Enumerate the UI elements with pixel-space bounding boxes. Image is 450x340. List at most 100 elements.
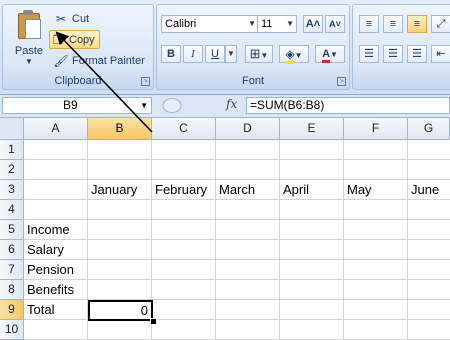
column-header-a[interactable]: A xyxy=(24,118,88,140)
font-group: Calibri ▼ 11 ▼ A˄ A˅ B I U ▼ ⊞▼ ◈▼ A▼ Fo… xyxy=(156,4,350,90)
orientation-button[interactable]: ⤢ xyxy=(431,15,450,33)
cell-d3[interactable]: March xyxy=(216,180,255,200)
copy-label: Copy xyxy=(69,33,95,46)
row-header-1[interactable]: 1 xyxy=(0,140,24,160)
scissors-icon: ✂ xyxy=(55,11,67,26)
formula-bar: B9 ▼ fx =SUM(B6:B8) xyxy=(0,95,450,118)
cell-e3[interactable]: April xyxy=(280,180,309,200)
name-box[interactable]: B9 ▼ xyxy=(2,97,152,114)
decrease-indent-button[interactable]: ⇤ xyxy=(431,45,450,63)
indent-icon: ⇤ xyxy=(436,48,446,60)
underline-dropdown[interactable]: ▼ xyxy=(225,45,237,63)
insert-function-icon[interactable]: fx xyxy=(226,97,237,111)
format-painter-label: Format Painter xyxy=(72,54,145,67)
font-size-select[interactable]: 11 ▼ xyxy=(257,15,297,33)
underline-icon: U xyxy=(211,48,219,60)
align-middle-button[interactable]: ≡ xyxy=(383,15,403,33)
shrink-font-icon: A xyxy=(329,19,336,29)
align-center-button[interactable]: ☰ xyxy=(383,45,403,63)
cell-a7[interactable]: Pension xyxy=(24,260,74,280)
paste-icon xyxy=(16,9,42,39)
align-top-icon: ≡ xyxy=(365,18,373,30)
fill-color-button[interactable]: ◈▼ xyxy=(279,45,309,64)
italic-icon: I xyxy=(191,48,195,60)
row-header-8[interactable]: 8 xyxy=(0,280,24,300)
borders-button[interactable]: ⊞▼ xyxy=(245,45,273,63)
row-header-10[interactable]: 10 xyxy=(0,320,24,340)
cell-b3[interactable]: January xyxy=(88,180,137,200)
align-bottom-button[interactable]: ≡ xyxy=(407,15,427,33)
font-group-label: Font xyxy=(241,75,264,87)
shrink-font-button[interactable]: A˅ xyxy=(325,15,345,33)
align-left-button[interactable]: ☰ xyxy=(359,45,379,63)
chevron-down-icon: ▼ xyxy=(140,101,148,110)
column-header-c[interactable]: C xyxy=(152,118,216,140)
bold-button[interactable]: B xyxy=(161,45,181,63)
select-all-corner[interactable] xyxy=(0,118,24,140)
row-header-4[interactable]: 4 xyxy=(0,200,24,220)
cell-f3[interactable]: May xyxy=(344,180,372,200)
italic-button[interactable]: I xyxy=(183,45,203,63)
borders-icon: ⊞ xyxy=(249,46,261,61)
worksheet-grid[interactable]: A B C D E F G 1 2 3 4 5 6 7 8 9 10 Janua… xyxy=(0,118,450,340)
align-left-icon: ☰ xyxy=(364,48,374,60)
cell-a9[interactable]: Total xyxy=(24,300,54,320)
cut-label: Cut xyxy=(72,12,90,25)
grow-font-icon: A xyxy=(305,18,314,30)
paintbrush-icon: 🖌 xyxy=(53,53,69,68)
font-color-button[interactable]: A▼ xyxy=(315,45,345,63)
cell-a8[interactable]: Benefits xyxy=(24,280,74,300)
underline-button[interactable]: U xyxy=(205,45,225,63)
format-painter-button[interactable]: 🖌 Format Painter xyxy=(53,52,145,69)
cut-button[interactable]: ✂ Cut xyxy=(53,10,89,27)
row-header-5[interactable]: 5 xyxy=(0,220,24,240)
bold-icon: B xyxy=(167,48,175,60)
font-color-icon: A xyxy=(322,48,331,63)
clipboard-launcher-icon[interactable]: ↘ xyxy=(141,77,150,86)
row-header-2[interactable]: 2 xyxy=(0,160,24,180)
font-name-select[interactable]: Calibri ▼ xyxy=(161,15,259,33)
clipboard-group: Paste ▼ ✂ Cut ❐ Copy 🖌 Format Painter Cl… xyxy=(2,4,154,90)
align-top-button[interactable]: ≡ xyxy=(359,15,379,33)
column-header-g[interactable]: G xyxy=(408,118,450,140)
cell-a5[interactable]: Income xyxy=(24,220,70,240)
align-bottom-icon: ≡ xyxy=(413,18,421,30)
paste-dropdown-icon[interactable]: ▼ xyxy=(11,57,47,66)
row-header-6[interactable]: 6 xyxy=(0,240,24,260)
orientation-icon: ⤢ xyxy=(436,18,446,30)
align-middle-icon: ≡ xyxy=(389,18,397,30)
cell-c3[interactable]: February xyxy=(152,180,207,200)
font-name-value: Calibri xyxy=(165,18,197,30)
align-right-icon: ☰ xyxy=(412,48,422,60)
clipboard-group-label: Clipboard xyxy=(54,75,102,87)
alignment-group: ≡ ≡ ≡ ⤢ ☰ ☰ ☰ ⇤ xyxy=(352,4,450,90)
paste-label: Paste xyxy=(14,45,44,57)
column-header-e[interactable]: E xyxy=(280,118,344,140)
align-center-icon: ☰ xyxy=(388,48,398,60)
cell-a6[interactable]: Salary xyxy=(24,240,64,260)
paint-bucket-icon: ◈ xyxy=(285,47,295,64)
row-header-7[interactable]: 7 xyxy=(0,260,24,280)
paste-button[interactable]: Paste ▼ xyxy=(11,9,47,75)
column-header-f[interactable]: F xyxy=(344,118,408,140)
column-header-d[interactable]: D xyxy=(216,118,280,140)
cell-g3[interactable]: June xyxy=(408,180,439,200)
grow-font-button[interactable]: A˄ xyxy=(303,15,323,33)
align-right-button[interactable]: ☰ xyxy=(407,45,427,63)
formula-tools: fx xyxy=(158,97,244,114)
font-size-value: 11 xyxy=(261,18,273,30)
row-header-3[interactable]: 3 xyxy=(0,180,24,200)
expand-handle-icon[interactable] xyxy=(160,97,190,114)
font-launcher-icon[interactable]: ↘ xyxy=(337,77,346,86)
formula-input[interactable]: =SUM(B6:B8) xyxy=(246,97,450,114)
chevron-down-icon: ▼ xyxy=(248,19,256,28)
chevron-down-icon: ▼ xyxy=(286,19,294,28)
column-header-b[interactable]: B xyxy=(88,118,152,140)
copy-icon: ❐ xyxy=(52,32,64,47)
row-header-9[interactable]: 9 xyxy=(0,300,24,320)
copy-button[interactable]: ❐ Copy xyxy=(49,30,100,49)
fill-handle[interactable] xyxy=(150,318,157,325)
name-box-value: B9 xyxy=(63,98,78,112)
ribbon: Paste ▼ ✂ Cut ❐ Copy 🖌 Format Painter Cl… xyxy=(0,0,450,95)
active-cell-b9[interactable]: 0 xyxy=(88,300,153,321)
